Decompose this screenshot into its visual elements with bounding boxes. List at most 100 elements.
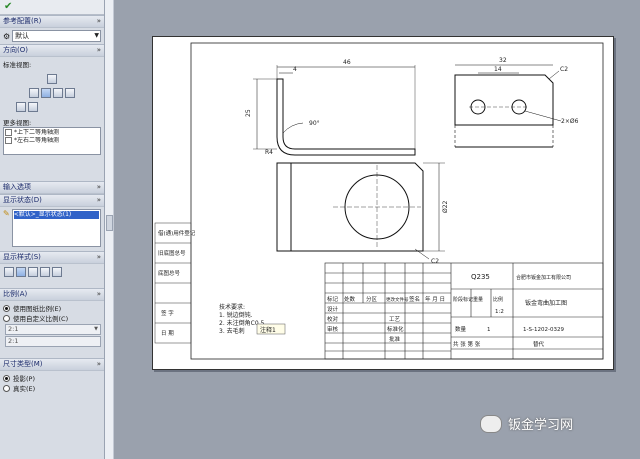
dim-hole: 2×Ø6 [561, 118, 579, 125]
tb-weight: 重量 [473, 296, 483, 303]
display-state-body: ✎ <默认>_显示状态(1) [0, 207, 104, 249]
scale-select[interactable]: 2:1 ▼ [5, 324, 101, 335]
tb-header: 处数 [344, 295, 356, 303]
tb-stage: 阶段标记 [453, 296, 473, 303]
tb-header: 签名 [409, 295, 420, 303]
side-view[interactable] [454, 64, 562, 148]
section-ref-config[interactable]: 参考配置(R)» [0, 15, 104, 28]
ref-config-body: ⚙ 默认 ▼ [0, 28, 104, 44]
dim-left-small: 4 [293, 66, 297, 73]
display-state-icon: ✎ [3, 209, 10, 218]
dropdown-arrow-icon[interactable]: ▼ [94, 31, 99, 41]
hidden-lines-visible-button[interactable] [16, 267, 26, 277]
dim-chamfer-bottom: C2 [431, 258, 439, 265]
section-dimension-type[interactable]: 尺寸类型(M)» [0, 358, 104, 371]
ref-config-select[interactable]: 默认 ▼ [12, 30, 101, 42]
tb-material: Q235 [471, 273, 490, 281]
use-custom-scale-radio[interactable]: 使用自定义比例(C) [3, 313, 101, 323]
strip-label: 旧底图总号 [158, 249, 186, 257]
hidden-lines-removed-button[interactable] [28, 267, 38, 277]
tb-part-name: 钣金弯曲加工图 [525, 299, 567, 307]
section-display-state[interactable]: 显示状态(D)» [0, 194, 104, 207]
tb-company: 合肥市钣金加工有限公司 [516, 274, 571, 281]
tb-row-label: 工艺 [389, 316, 401, 323]
section-display-style[interactable]: 显示样式(S)» [0, 251, 104, 264]
shaded-edges-button[interactable] [40, 267, 50, 277]
dim-top-width: 46 [343, 59, 351, 66]
panel-splitter[interactable] [105, 0, 114, 459]
section-scale[interactable]: 比例(A)» [0, 288, 104, 301]
dim-height: 25 [245, 109, 252, 117]
strip-label: 借(通)用件登记 [158, 229, 196, 237]
section-import-options[interactable]: 输入选项» [0, 181, 104, 194]
tb-footer: 替代 [533, 340, 545, 348]
watermark: 钣金学习网 [480, 414, 573, 433]
view-top-button[interactable] [41, 88, 51, 98]
more-views-label: 更多视图: [3, 119, 32, 127]
ok-check-icon[interactable]: ✔ [4, 1, 12, 12]
dim-r4: R4 [265, 149, 273, 156]
projected-radio[interactable]: 投影(P) [3, 373, 101, 383]
more-views-list[interactable]: *上下二等角轴测 *左右二等角轴测 [3, 127, 101, 155]
top-view[interactable] [276, 162, 445, 260]
dimension-type-body: 投影(P) 真实(E) [0, 371, 104, 395]
config-icon: ⚙ [3, 31, 11, 41]
tb-scale-label: 比例 [493, 296, 503, 303]
tb-header: 年 月 日 [425, 295, 445, 303]
list-item[interactable]: <默认>_显示状态(1) [13, 211, 99, 219]
list-item[interactable]: *上下二等角轴测 [5, 129, 99, 137]
collapse-chevron-icon[interactable]: » [97, 289, 101, 300]
wireframe-button[interactable] [4, 267, 14, 277]
svg-text:1. 锐边倒钝.: 1. 锐边倒钝. [219, 311, 253, 319]
drawing-svg: 借(通)用件登记 旧底图总号 底图总号 签 字 日 期 46 4 25 R4 9… [154, 42, 604, 360]
scale-input[interactable]: 2:1 [5, 336, 101, 347]
dim-circle: Ø22 [442, 200, 449, 213]
scale-body: 使用图纸比例(E) 使用自定义比例(C) 2:1 ▼ 2:1 [0, 301, 104, 350]
tb-row-label: 审核 [327, 325, 339, 333]
view-back-button[interactable] [65, 88, 75, 98]
section-direction[interactable]: 方向(O)» [0, 44, 104, 57]
view-left-button[interactable] [29, 88, 39, 98]
sheet-border [190, 42, 604, 360]
tb-drawing-no: 1-S-1202-0329 [523, 327, 564, 333]
tb-header: 分区 [366, 295, 378, 303]
confirm-bar: ✔ [0, 0, 104, 15]
front-view[interactable] [253, 65, 416, 156]
svg-text:技术要求:: 技术要求: [219, 303, 245, 311]
tb-scale: 1:2 [495, 309, 504, 315]
tb-row-label: 批准 [389, 335, 401, 343]
display-state-list[interactable]: <默认>_显示状态(1) [11, 209, 101, 247]
strip-label: 底图总号 [158, 269, 181, 277]
tb-qty-label: 数量 [455, 325, 467, 333]
strip-label: 日 期 [161, 330, 174, 337]
direction-body: 标准视图: 更多视图: *上下二等角轴测 *左右二等角轴测 [0, 57, 104, 157]
tb-header: 更改文件号 [386, 296, 409, 303]
left-strip: 借(通)用件登记 旧底图总号 底图总号 签 字 日 期 [154, 222, 196, 344]
tb-row-label: 设计 [327, 305, 339, 313]
true-radio[interactable]: 真实(E) [3, 383, 101, 393]
drawing-sheet[interactable]: 借(通)用件登记 旧底图总号 底图总号 签 字 日 期 46 4 25 R4 9… [152, 36, 614, 370]
display-style-body [0, 264, 104, 282]
view-right-button[interactable] [53, 88, 63, 98]
tb-qty: 1 [487, 327, 491, 333]
tb-row-label: 标准化 [387, 325, 404, 333]
svg-text:3. 去毛刺: 3. 去毛刺 [219, 327, 245, 335]
shaded-button[interactable] [52, 267, 62, 277]
view-iso-button[interactable] [28, 102, 38, 112]
tb-sheet: 共 张 第 张 [453, 340, 481, 348]
collapse-chevron-icon[interactable]: » [97, 252, 101, 263]
collapse-chevron-icon[interactable]: » [97, 195, 101, 206]
tooltip-text: 注释1 [260, 326, 276, 334]
collapse-chevron-icon[interactable]: » [97, 16, 101, 27]
collapse-chevron-icon[interactable]: » [97, 45, 101, 56]
tb-header: 标记 [327, 295, 339, 303]
view-front-button[interactable] [47, 74, 57, 84]
splitter-grip[interactable] [106, 215, 113, 231]
collapse-chevron-icon[interactable]: » [97, 359, 101, 370]
view-bottom-button[interactable] [16, 102, 26, 112]
use-sheet-scale-radio[interactable]: 使用图纸比例(E) [3, 303, 101, 313]
collapse-chevron-icon[interactable]: » [97, 182, 101, 193]
tb-row-label: 校对 [327, 315, 339, 323]
list-item[interactable]: *左右二等角轴测 [5, 137, 99, 145]
wechat-icon [480, 414, 502, 433]
